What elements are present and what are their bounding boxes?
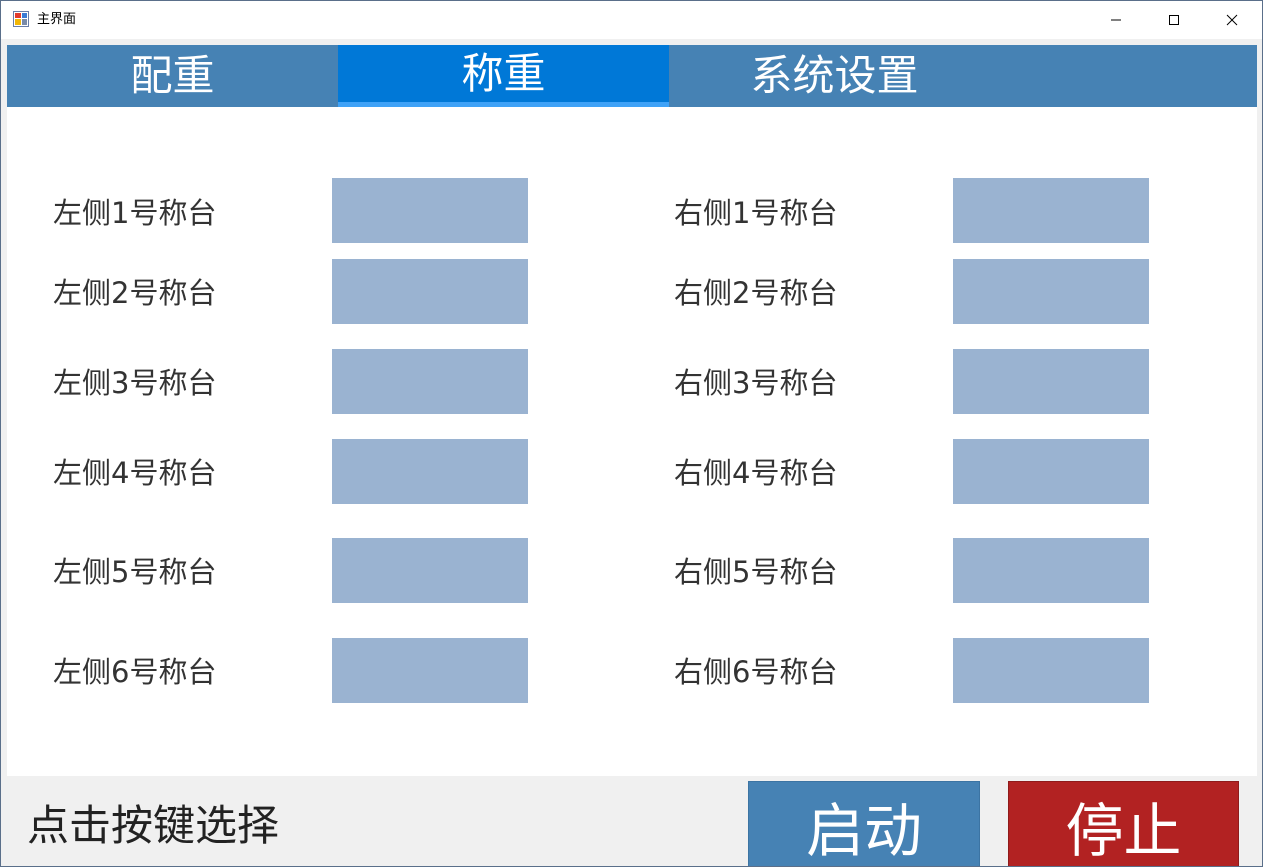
right-scale-3-label: 右侧3号称台 — [674, 366, 838, 400]
right-scale-5-label: 右侧5号称台 — [674, 555, 838, 589]
left-scale-4-value — [332, 439, 528, 504]
main-window: 主界面 配重 称重 系统设置 左侧1号称台 左侧2号称台 左侧3号称台 左侧4号… — [0, 0, 1263, 867]
right-scale-6-value — [953, 638, 1149, 703]
close-icon — [1226, 14, 1238, 26]
title-bar: 主界面 — [1, 1, 1262, 39]
left-scale-1-value — [332, 178, 528, 243]
minimize-button[interactable] — [1087, 1, 1145, 39]
stop-button[interactable]: 停止 — [1008, 781, 1239, 866]
left-scale-3-value — [332, 349, 528, 414]
minimize-icon — [1110, 14, 1122, 26]
tab-bar: 配重 称重 系统设置 — [7, 45, 1257, 107]
right-scale-4-label: 右侧4号称台 — [674, 456, 838, 490]
start-button[interactable]: 启动 — [748, 781, 980, 866]
right-scale-1-value — [953, 178, 1149, 243]
left-scale-6-label: 左侧6号称台 — [53, 655, 217, 689]
left-scale-2-value — [332, 259, 528, 324]
maximize-button[interactable] — [1145, 1, 1203, 39]
close-button[interactable] — [1203, 1, 1261, 39]
left-scale-5-value — [332, 538, 528, 603]
right-scale-5-value — [953, 538, 1149, 603]
right-scale-2-label: 右侧2号称台 — [674, 276, 838, 310]
left-scale-5-label: 左侧5号称台 — [53, 555, 217, 589]
right-scale-1-label: 右侧1号称台 — [674, 196, 838, 230]
right-scale-4-value — [953, 439, 1149, 504]
app-icon — [13, 11, 29, 27]
left-scale-6-value — [332, 638, 528, 703]
left-scale-3-label: 左侧3号称台 — [53, 366, 217, 400]
tab-system-settings[interactable]: 系统设置 — [669, 45, 1000, 107]
tab-counterweight[interactable]: 配重 — [7, 45, 338, 107]
window-title: 主界面 — [37, 12, 77, 27]
right-scale-2-value — [953, 259, 1149, 324]
left-scale-1-label: 左侧1号称台 — [53, 196, 217, 230]
maximize-icon — [1168, 14, 1180, 26]
right-scale-3-value — [953, 349, 1149, 414]
left-scale-2-label: 左侧2号称台 — [53, 276, 217, 310]
status-message: 点击按键选择 — [27, 801, 280, 850]
right-scale-6-label: 右侧6号称台 — [674, 655, 838, 689]
weighing-panel: 左侧1号称台 左侧2号称台 左侧3号称台 左侧4号称台 左侧5号称台 左侧6号称… — [7, 107, 1257, 776]
tab-weighing[interactable]: 称重 — [338, 45, 669, 107]
left-scale-4-label: 左侧4号称台 — [53, 456, 217, 490]
